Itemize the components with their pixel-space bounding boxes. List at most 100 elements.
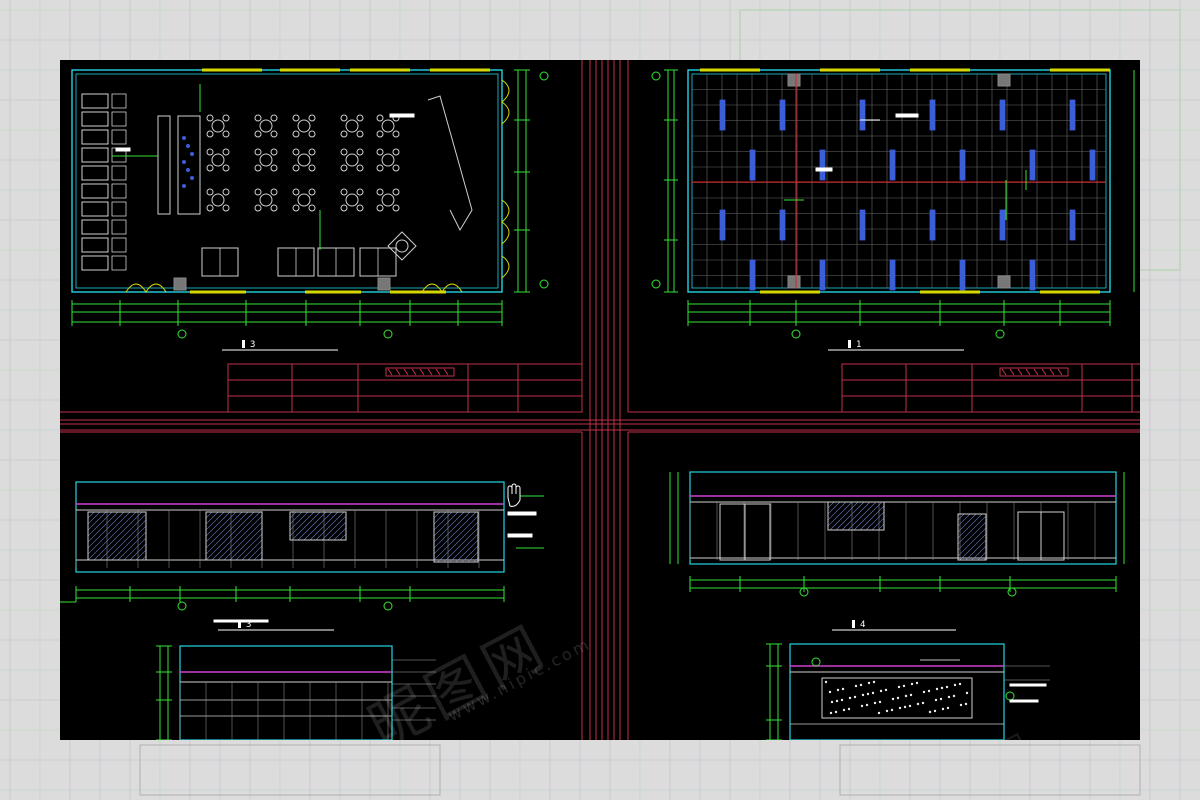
hatch-line bbox=[105, 519, 146, 560]
floor-plan-chair bbox=[206, 148, 214, 156]
elevation-d-texture-dot bbox=[824, 680, 828, 684]
hatch-line bbox=[958, 514, 971, 527]
hatch-line bbox=[88, 512, 137, 560]
title-block-text bbox=[427, 368, 433, 376]
floor-plan-chair bbox=[376, 148, 384, 156]
floor-plan-chair bbox=[270, 114, 278, 122]
floor-plan-booth bbox=[81, 111, 109, 127]
hatch-line bbox=[434, 512, 465, 543]
floor-plan-booth bbox=[81, 255, 109, 271]
floor-plan-chair bbox=[254, 130, 262, 138]
hatch-line bbox=[434, 512, 471, 549]
elevation-d-texture-dot bbox=[939, 697, 943, 701]
floor-plan-booth-seat bbox=[111, 93, 127, 109]
hatch-line bbox=[241, 539, 262, 560]
hatch-line bbox=[871, 517, 884, 530]
title-block-text bbox=[395, 368, 401, 376]
floor-plan-booth bbox=[81, 147, 109, 163]
title-block-text bbox=[419, 368, 425, 376]
hatch-line bbox=[443, 527, 478, 562]
title-block-text bbox=[1009, 368, 1015, 376]
floor-plan-chair bbox=[308, 148, 316, 156]
hatch-line bbox=[303, 512, 333, 540]
elevation-d-texture-dot bbox=[933, 709, 937, 713]
ceiling-light-strip bbox=[719, 209, 726, 241]
elevation-d-texture-dot bbox=[921, 701, 925, 705]
ceiling-plan bbox=[651, 68, 1135, 339]
floor-plan-chair bbox=[392, 164, 400, 172]
hatch-line bbox=[449, 533, 478, 562]
elevation-a-window bbox=[434, 512, 478, 562]
ceiling-light-strip bbox=[779, 209, 786, 241]
floor-plan-axis-bubble bbox=[539, 71, 549, 81]
elevation-a-tag bbox=[507, 511, 537, 516]
title-block-text bbox=[1033, 368, 1039, 376]
title-block-text bbox=[411, 368, 417, 376]
floor-plan-chair bbox=[356, 148, 364, 156]
elevation-d-axis-bubble bbox=[811, 657, 821, 667]
hatch-line bbox=[206, 512, 255, 560]
hatch-line bbox=[828, 502, 841, 515]
floor-plan-chair bbox=[356, 130, 364, 138]
floor-plan-chair bbox=[206, 114, 214, 122]
hatch-line bbox=[434, 515, 478, 561]
floor-plan-booth bbox=[81, 183, 109, 199]
elevation-d-texture-dot bbox=[904, 694, 908, 698]
hatch-line bbox=[853, 502, 883, 530]
hatch-line bbox=[141, 555, 146, 560]
elevation-b-axis-bubble bbox=[1007, 587, 1017, 597]
floor-plan-tag bbox=[115, 147, 131, 152]
elevation-d-texture-dot bbox=[854, 684, 858, 688]
floor-plan-booth-seat bbox=[111, 201, 127, 217]
title-block-text bbox=[1057, 368, 1063, 376]
elevation-d-texture-dot bbox=[859, 683, 863, 687]
hatch-line bbox=[965, 539, 986, 560]
floor-plan-booth-seat bbox=[111, 237, 127, 253]
hatch-line bbox=[958, 515, 986, 545]
ceiling-light-strip bbox=[819, 259, 826, 291]
hatch-line bbox=[835, 502, 865, 530]
floor-plan-chair bbox=[254, 148, 262, 156]
hatch-line bbox=[290, 512, 309, 531]
hatch-line bbox=[841, 502, 871, 530]
hatch-line bbox=[235, 533, 262, 560]
elevation-a-window bbox=[206, 512, 262, 560]
floor-plan-tag bbox=[389, 113, 415, 118]
floor-plan-chair bbox=[340, 188, 348, 196]
ceiling-light-strip bbox=[999, 99, 1006, 131]
hatch-line bbox=[434, 512, 441, 519]
ceiling-light-strip bbox=[859, 209, 866, 241]
floor-plan-axis-bubble bbox=[539, 279, 549, 289]
elevation-d-texture-dot bbox=[840, 698, 844, 702]
floor-plan-chair bbox=[376, 130, 384, 138]
hatch-line bbox=[88, 512, 119, 543]
ceiling-tag bbox=[815, 167, 833, 172]
drawing-title-mark bbox=[242, 340, 245, 348]
elevation-d-texture-dot bbox=[896, 696, 900, 700]
hatch-line bbox=[971, 545, 986, 560]
floor-plan-table bbox=[345, 193, 359, 207]
elevation-d-texture-dot bbox=[927, 689, 931, 693]
hatch-line bbox=[229, 527, 262, 560]
hatch-line bbox=[828, 502, 829, 503]
title-block bbox=[841, 363, 1140, 413]
floor-plan-chair bbox=[270, 204, 278, 212]
floor-plan-booth bbox=[81, 93, 109, 109]
floor-plan-chair bbox=[392, 148, 400, 156]
floor-plan-chair bbox=[292, 148, 300, 156]
floor-plan bbox=[71, 68, 549, 339]
elevation-d-texture-dot bbox=[877, 711, 881, 715]
floor-plan-chair bbox=[222, 164, 230, 172]
hatch-line bbox=[977, 551, 986, 560]
floor-plan-table bbox=[345, 119, 359, 133]
hatch-line bbox=[958, 514, 977, 533]
floor-plan-chair bbox=[376, 188, 384, 196]
elevation-d-tag bbox=[1009, 683, 1047, 687]
elevation-b bbox=[669, 471, 1125, 597]
ceiling-axis-bubble bbox=[651, 71, 661, 81]
floor-plan-chair bbox=[308, 204, 316, 212]
elevation-a-axis-bubble bbox=[177, 601, 187, 611]
elevation-d-texture-dot bbox=[835, 699, 839, 703]
floor-plan-ramp bbox=[427, 95, 473, 232]
ceiling-light-strip bbox=[749, 259, 756, 291]
